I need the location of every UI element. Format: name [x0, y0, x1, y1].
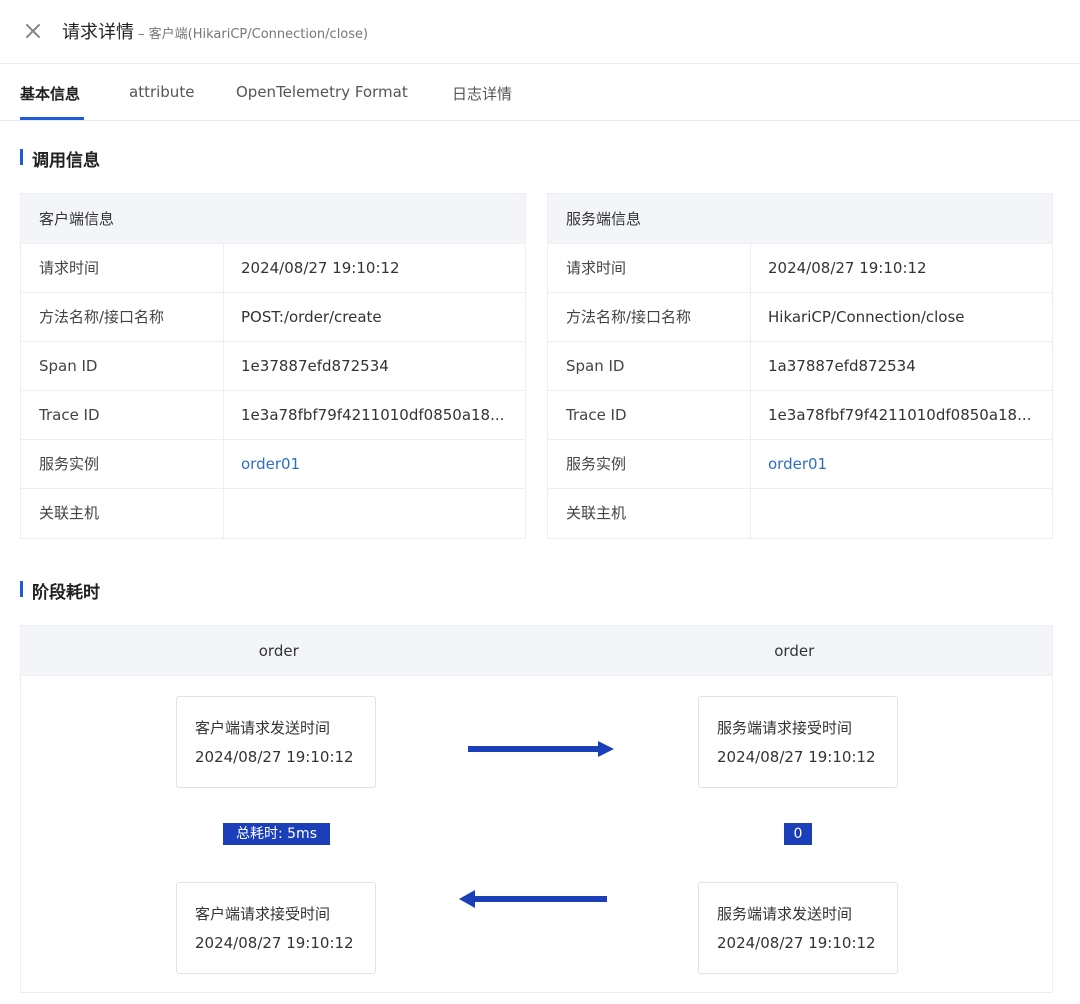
section-title-call-info: 调用信息 [20, 146, 100, 171]
page-subtitle: – 客户端(HikariCP/Connection/close) [138, 27, 369, 42]
server-send-time: 2024/08/27 19:10:12 [717, 934, 876, 952]
service-instance-link[interactable]: order01 [751, 440, 1052, 488]
client-send-time: 2024/08/27 19:10:12 [195, 748, 354, 766]
table-row: Trace ID 1e3a78fbf79f4211010df0850a18... [21, 391, 525, 440]
table-row: Span ID 1a37887efd872534 [548, 342, 1052, 391]
row-value: 1e37887efd872534 [241, 357, 389, 375]
tab-basic-info[interactable]: 基本信息 [20, 83, 80, 104]
row-key: Span ID [21, 342, 224, 390]
arrow-left-icon [459, 890, 607, 908]
client-send-box: 客户端请求发送时间 2024/08/27 19:10:12 [176, 696, 376, 788]
client-receive-time: 2024/08/27 19:10:12 [195, 934, 354, 952]
table-row: 请求时间 2024/08/27 19:10:12 [548, 244, 1052, 293]
stage-column-server: order [774, 642, 815, 660]
section-title-stage-timing: 阶段耗时 [20, 578, 100, 603]
stage-column-client: order [258, 642, 299, 660]
server-send-box: 服务端请求发送时间 2024/08/27 19:10:12 [698, 882, 898, 974]
row-key: 服务实例 [548, 440, 751, 488]
client-info-header: 客户端信息 [21, 194, 525, 244]
row-key: 服务实例 [21, 440, 224, 488]
table-row: 服务实例 order01 [21, 440, 525, 489]
table-row: 关联主机 [548, 489, 1052, 538]
table-row: 请求时间 2024/08/27 19:10:12 [21, 244, 525, 293]
row-key: 请求时间 [21, 244, 224, 292]
row-key: Span ID [548, 342, 751, 390]
total-duration-badge: 总耗时: 5ms [223, 823, 330, 845]
stage-header: order order [21, 626, 1052, 676]
row-key: 方法名称/接口名称 [548, 293, 751, 341]
server-info-table: 服务端信息 请求时间 2024/08/27 19:10:12 方法名称/接口名称… [547, 193, 1053, 539]
page-title: 请求详情 [62, 22, 134, 43]
table-row: Span ID 1e37887efd872534 [21, 342, 525, 391]
tab-opentelemetry-format[interactable]: OpenTelemetry Format [236, 83, 408, 101]
row-value: 1e3a78fbf79f4211010df0850a18... [768, 406, 1032, 424]
table-row: 服务实例 order01 [548, 440, 1052, 489]
table-row: 方法名称/接口名称 HikariCP/Connection/close [548, 293, 1052, 342]
row-key: 关联主机 [548, 489, 751, 538]
server-receive-box: 服务端请求接受时间 2024/08/27 19:10:12 [698, 696, 898, 788]
service-instance-link[interactable]: order01 [224, 440, 525, 488]
row-value: 1e3a78fbf79f4211010df0850a18... [241, 406, 505, 424]
server-duration-badge: 0 [784, 823, 812, 845]
tab-attribute[interactable]: attribute [129, 83, 194, 101]
client-send-label: 客户端请求发送时间 [195, 719, 331, 737]
table-row: Trace ID 1e3a78fbf79f4211010df0850a18... [548, 391, 1052, 440]
tab-log-details[interactable]: 日志详情 [452, 83, 512, 104]
row-value: 1a37887efd872534 [768, 357, 916, 375]
server-send-label: 服务端请求发送时间 [717, 905, 853, 923]
server-receive-time: 2024/08/27 19:10:12 [717, 748, 876, 766]
table-row: 方法名称/接口名称 POST:/order/create [21, 293, 525, 342]
arrow-right-icon [468, 741, 614, 757]
client-info-table: 客户端信息 请求时间 2024/08/27 19:10:12 方法名称/接口名称… [20, 193, 526, 539]
row-value [224, 489, 525, 538]
row-value [751, 489, 1052, 538]
server-info-header: 服务端信息 [548, 194, 1052, 244]
row-key: 方法名称/接口名称 [21, 293, 224, 341]
row-key: Trace ID [548, 391, 751, 439]
tab-bar: 基本信息 attribute OpenTelemetry Format 日志详情 [0, 64, 1080, 121]
row-value: HikariCP/Connection/close [768, 308, 965, 326]
row-key: 请求时间 [548, 244, 751, 292]
server-receive-label: 服务端请求接受时间 [717, 719, 853, 737]
row-value: 2024/08/27 19:10:12 [768, 259, 927, 277]
row-value: 2024/08/27 19:10:12 [241, 259, 400, 277]
row-key: Trace ID [21, 391, 224, 439]
client-receive-label: 客户端请求接受时间 [195, 905, 331, 923]
close-icon[interactable] [22, 20, 44, 42]
active-tab-indicator [20, 117, 84, 120]
table-row: 关联主机 [21, 489, 525, 538]
row-key: 关联主机 [21, 489, 224, 538]
client-receive-box: 客户端请求接受时间 2024/08/27 19:10:12 [176, 882, 376, 974]
stage-timing-panel: order order 客户端请求发送时间 2024/08/27 19:10:1… [20, 625, 1053, 993]
row-value: POST:/order/create [241, 308, 382, 326]
drawer-header: 请求详情 – 客户端(HikariCP/Connection/close) [0, 0, 1080, 64]
